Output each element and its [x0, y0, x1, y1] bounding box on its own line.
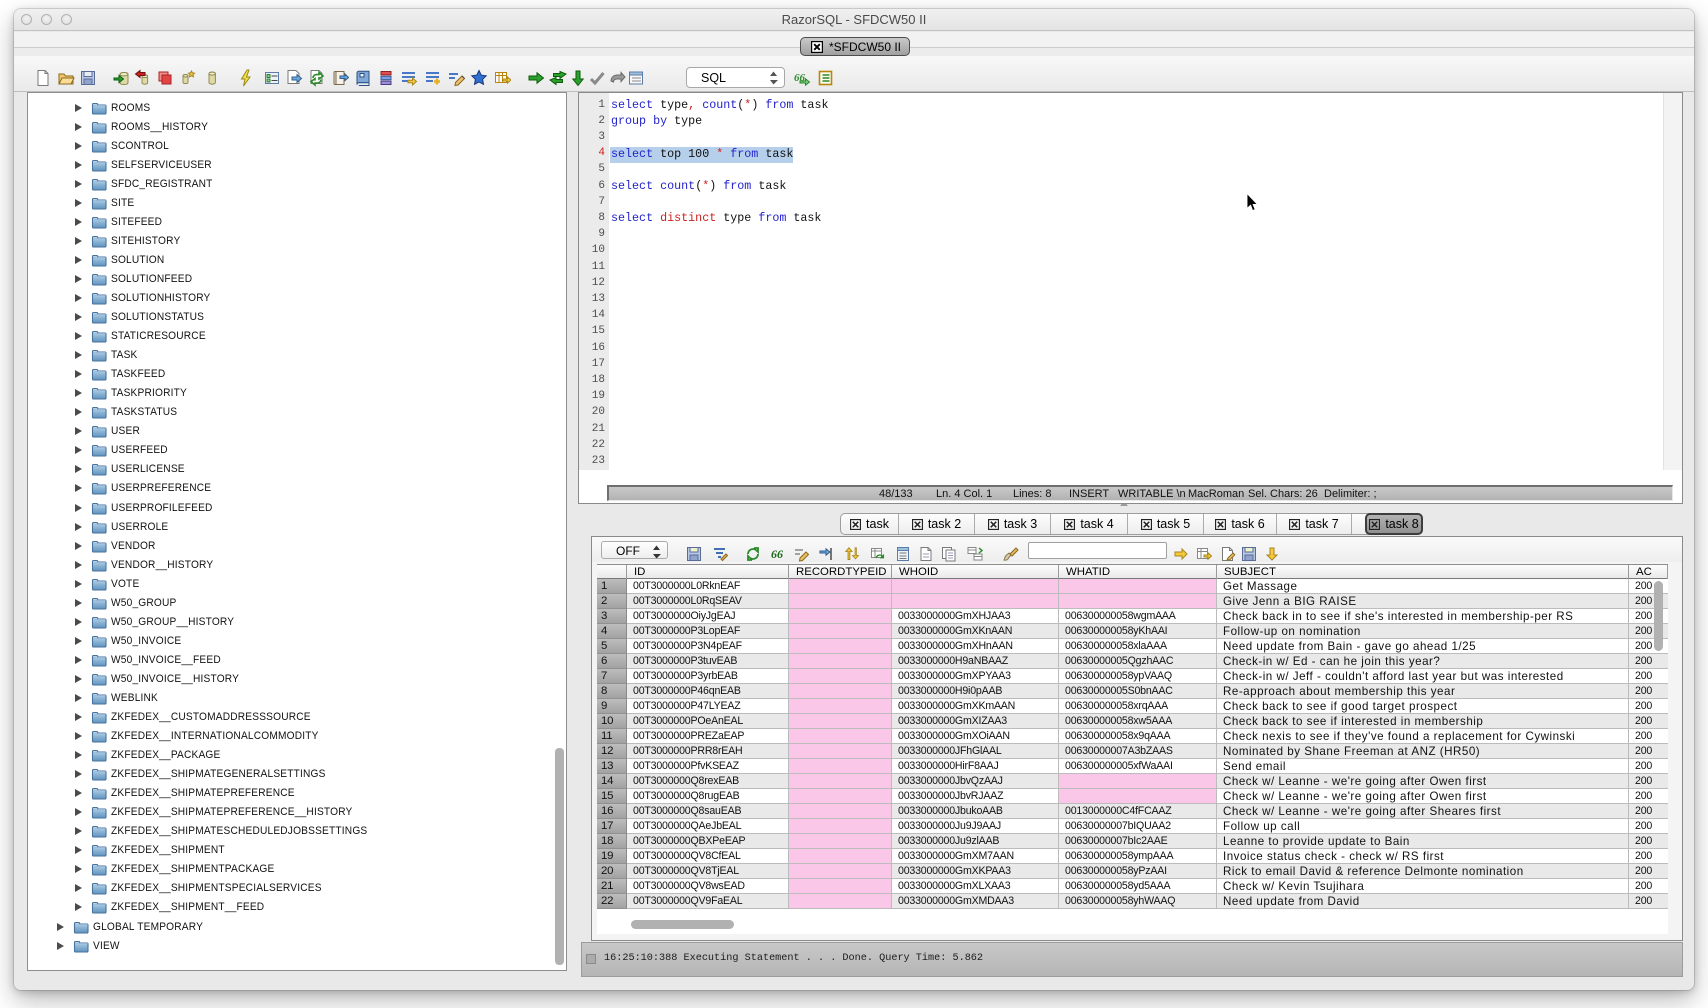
svg-text:66: 66 — [771, 547, 783, 561]
